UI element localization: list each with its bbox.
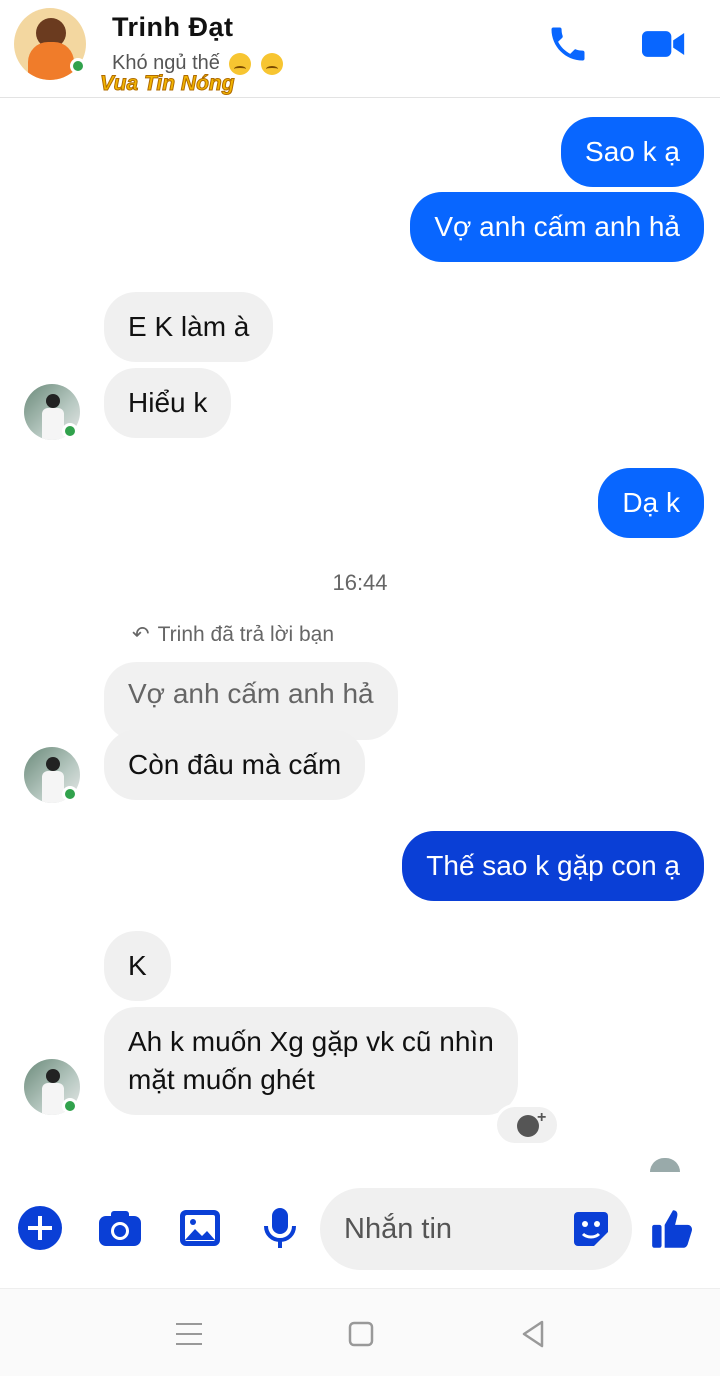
seen-receipt-avatar <box>650 1158 680 1172</box>
sticker-icon[interactable] <box>572 1210 610 1248</box>
message-line: mặt muốn ghét <box>128 1064 315 1095</box>
online-indicator <box>70 58 86 74</box>
system-navigation-bar <box>0 1288 720 1376</box>
plus-small-icon: + <box>537 1109 547 1126</box>
message-bubble-incoming[interactable]: K <box>104 931 171 1001</box>
reply-indicator: ↶ Trinh đã trả lời bạn <box>132 622 334 647</box>
plus-icon[interactable] <box>16 1204 64 1252</box>
message-bubble-outgoing[interactable]: Dạ k <box>598 468 704 538</box>
message-bubble-incoming[interactable]: E K làm à <box>104 292 274 362</box>
menu-icon[interactable] <box>172 1317 206 1351</box>
reply-note-text: Trinh đã trả lời bạn <box>157 623 335 646</box>
message-bubble-outgoing[interactable]: Sao k ạ <box>561 117 704 187</box>
message-input-container[interactable] <box>320 1188 632 1270</box>
message-bubble-incoming[interactable]: Ah k muốn Xg gặp vk cũ nhìn mặt muốn ghé… <box>104 1007 518 1115</box>
message-bubble-outgoing[interactable]: Thế sao k gặp con ạ <box>402 831 704 901</box>
watermark: Vua Tin Nóng <box>100 72 236 96</box>
online-indicator <box>62 423 78 439</box>
online-indicator <box>62 1098 78 1114</box>
reply-arrow-icon: ↶ <box>132 623 150 646</box>
gallery-icon[interactable] <box>176 1204 224 1252</box>
message-bubble-outgoing[interactable]: Vợ anh cấm anh hả <box>410 192 704 262</box>
contact-name[interactable]: Trinh Đạt <box>112 12 234 43</box>
video-camera-icon[interactable] <box>640 22 688 66</box>
camera-icon[interactable] <box>96 1204 144 1252</box>
crying-emoji-icon <box>261 52 283 75</box>
quoted-message[interactable]: Vợ anh cấm anh hả <box>104 662 398 740</box>
message-timestamp: 16:44 <box>332 570 388 595</box>
status-text: Khó ngủ thế <box>112 52 220 74</box>
message-bubble-incoming[interactable]: Còn đâu mà cấm <box>104 730 366 800</box>
microphone-icon[interactable] <box>256 1204 304 1252</box>
thumbs-up-icon[interactable] <box>648 1204 698 1254</box>
message-input[interactable] <box>344 1208 544 1250</box>
messenger-chat-screen: Trinh Đạt Khó ngủ thế Vua Tin Nóng Sao k… <box>0 0 720 1376</box>
message-bubble-incoming[interactable]: Hiểu k <box>104 368 232 438</box>
avatar-body <box>28 42 74 80</box>
home-square-icon[interactable] <box>344 1317 378 1351</box>
add-reaction-button[interactable]: + <box>494 1104 560 1146</box>
smiley-icon <box>517 1115 539 1137</box>
message-line: Ah k muốn Xg gặp vk cũ nhìn <box>128 1026 494 1057</box>
chat-header: Trinh Đạt Khó ngủ thế Vua Tin Nóng <box>0 0 720 98</box>
back-triangle-icon[interactable] <box>516 1317 550 1351</box>
phone-icon[interactable] <box>546 22 590 66</box>
online-indicator <box>62 786 78 802</box>
